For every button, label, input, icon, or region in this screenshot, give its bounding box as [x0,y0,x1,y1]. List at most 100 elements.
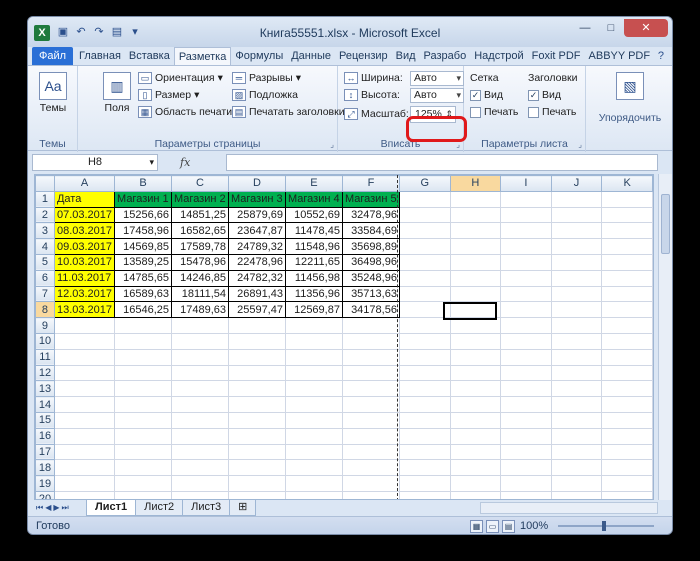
cell[interactable]: 14851,25 [171,206,229,224]
cell[interactable] [398,396,451,413]
scroll-thumb[interactable] [661,194,670,254]
cell[interactable] [114,475,173,492]
headings-view-checkbox[interactable]: ✓ Вид [528,87,561,103]
cell[interactable] [53,348,116,366]
cell[interactable]: 32478,96 [341,206,400,224]
tab-home[interactable]: Главная [75,47,125,65]
insert-sheet-icon[interactable]: ⊞ [229,500,257,516]
cell[interactable] [550,380,603,398]
cell[interactable] [53,459,116,477]
cell[interactable] [114,317,173,334]
cell[interactable] [601,253,653,271]
prev-sheet-icon[interactable]: ◀ [45,503,51,513]
cell[interactable] [550,443,603,461]
cell[interactable] [601,238,653,255]
column-header[interactable]: I [500,175,552,192]
cell[interactable] [284,348,343,366]
cell[interactable] [500,411,552,429]
cell[interactable] [228,490,286,499]
cell[interactable] [500,222,552,240]
cell[interactable] [601,190,653,208]
cell[interactable] [550,238,603,255]
cell[interactable] [284,364,343,382]
tab-foxit-pdf[interactable]: Foxit PDF [528,47,585,65]
cell[interactable] [601,332,653,350]
cell[interactable] [550,332,603,350]
cell[interactable] [114,411,173,429]
cell[interactable] [550,427,603,445]
cell[interactable] [171,332,229,350]
row-header[interactable]: 10 [35,332,55,350]
sheet-tab-1[interactable]: Лист1 [86,500,137,516]
cell[interactable] [500,317,552,334]
cell[interactable]: 26891,43 [228,285,286,303]
cell[interactable] [449,332,502,350]
zoom-slider[interactable] [558,521,654,531]
cell[interactable] [53,427,116,445]
row-header[interactable]: 17 [35,443,55,461]
tab-insert[interactable]: Вставка [125,47,174,65]
cell[interactable]: 14246,85 [171,269,229,287]
column-header[interactable]: H [449,175,502,192]
cell[interactable] [284,317,343,334]
cell[interactable] [449,238,502,255]
column-header[interactable]: G [398,175,451,192]
row-header[interactable]: 9 [35,317,55,334]
active-cell-h8[interactable] [443,302,497,320]
cell[interactable] [171,427,229,445]
cell[interactable] [398,348,451,366]
row-header[interactable]: 15 [35,411,55,429]
cell[interactable] [398,253,451,271]
cell[interactable] [171,443,229,461]
cell[interactable] [228,443,286,461]
cell[interactable] [398,380,451,398]
cell[interactable]: 33584,69 [341,222,400,240]
cell[interactable] [449,269,502,287]
arrange-button[interactable]: ▧ [610,72,650,102]
size-button[interactable]: ▯ Размер ▾ [138,87,199,103]
cell[interactable]: 12569,87 [284,301,343,319]
cell[interactable] [601,475,653,492]
cell[interactable]: 35248,96 [341,269,400,287]
tab-file[interactable]: Файл [32,47,74,65]
cell[interactable] [449,459,502,477]
cell[interactable]: 35698,89 [341,238,400,255]
horizontal-scrollbar[interactable] [480,502,658,514]
cell[interactable] [550,253,603,271]
row-header[interactable]: 8 [35,301,55,319]
cell[interactable] [601,364,653,382]
cell[interactable]: 11478,45 [284,222,343,240]
cell[interactable] [398,475,451,492]
height-select[interactable]: Авто [410,87,464,103]
cell[interactable]: 11.03.2017 [53,269,116,287]
tab-review[interactable]: Рецензир [335,47,392,65]
cell[interactable] [601,206,653,224]
cell[interactable]: 34178,56 [341,301,400,319]
cell[interactable] [171,459,229,477]
cell[interactable] [398,411,451,429]
cell[interactable] [601,490,653,499]
cell[interactable]: 08.03.2017 [53,222,116,240]
cell[interactable] [500,253,552,271]
cell[interactable] [284,443,343,461]
column-header[interactable]: E [284,175,343,192]
cell[interactable] [449,285,502,303]
row-header[interactable]: 2 [35,206,55,224]
print-titles-button[interactable]: ▤ Печатать заголовки [232,104,345,120]
row-header[interactable]: 6 [35,269,55,287]
row-header[interactable]: 3 [35,222,55,240]
cell[interactable] [114,364,173,382]
cell[interactable] [228,427,286,445]
cell[interactable]: 17458,96 [114,222,173,240]
vertical-scrollbar[interactable] [658,174,672,500]
cell[interactable] [601,269,653,287]
cell[interactable] [228,459,286,477]
normal-view-icon[interactable]: ▦ [470,520,483,533]
cell[interactable]: 22478,96 [228,253,286,271]
first-sheet-icon[interactable]: ⏮ [36,503,43,513]
cell[interactable] [398,427,451,445]
page-break-view-icon[interactable]: ▤ [502,520,515,533]
cell[interactable] [550,269,603,287]
cell[interactable] [53,317,116,334]
cell[interactable] [601,317,653,334]
